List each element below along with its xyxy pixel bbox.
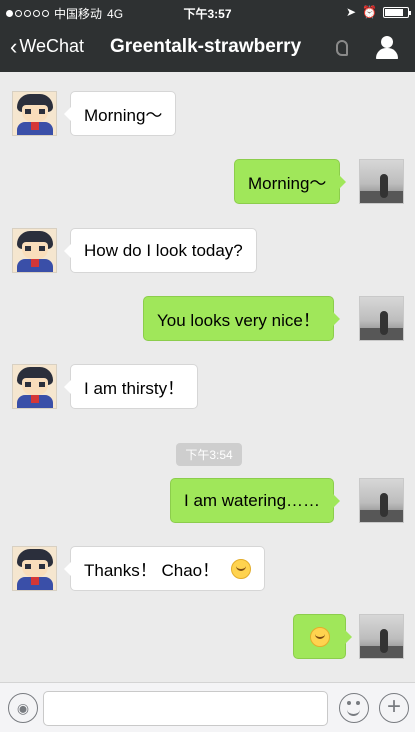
input-bar: ◉ + [0, 682, 415, 732]
ear-icon [336, 40, 348, 56]
my-avatar[interactable] [359, 159, 404, 204]
incoming-message[interactable]: How do I look today? [64, 228, 257, 273]
status-icons: ➤ ⏰ [345, 5, 411, 19]
contact-info-button[interactable] [375, 36, 399, 60]
outgoing-emoji-message[interactable] [293, 614, 352, 659]
emoji-button[interactable] [339, 693, 369, 723]
incoming-message[interactable]: I am thirsty！ [63, 364, 199, 409]
outgoing-message[interactable]: I am watering…… [170, 478, 341, 523]
incoming-message[interactable]: Thanks！ Chao！ [63, 546, 266, 591]
incoming-message[interactable]: Morning～ [63, 91, 177, 136]
my-avatar[interactable] [359, 296, 404, 341]
message-text: Thanks！ Chao！ [84, 561, 220, 580]
chat-title: Greentalk-strawberry [110, 36, 302, 57]
nav-bar: ‹ WeChat Greentalk-strawberry [0, 24, 415, 72]
plus-icon: + [386, 693, 401, 720]
alarm-icon: ⏰ [362, 5, 377, 19]
contact-avatar[interactable] [12, 364, 57, 409]
smile-emoji-icon [231, 558, 252, 579]
status-bar: 中国移动 4G 下午3:57 ➤ ⏰ [0, 0, 415, 24]
back-label: WeChat [19, 36, 85, 56]
person-head-icon [381, 36, 393, 48]
emoji-icon [309, 626, 330, 647]
message-list[interactable]: Morning～ Morning～ How do I look today? Y… [0, 72, 415, 682]
my-avatar[interactable] [359, 478, 404, 523]
contact-avatar[interactable] [12, 546, 57, 591]
back-button[interactable]: ‹ WeChat [10, 33, 85, 59]
voice-button[interactable]: ◉ [8, 693, 38, 723]
back-chevron-icon: ‹ [10, 33, 18, 59]
message-timestamp: 下午3:54 [176, 443, 242, 466]
location-arrow-icon: ➤ [345, 5, 357, 19]
person-body-icon [376, 48, 398, 59]
contact-avatar[interactable] [12, 228, 57, 273]
my-avatar[interactable] [359, 614, 404, 659]
voice-icon: ◉ [16, 699, 30, 716]
outgoing-message[interactable]: Morning～ [234, 159, 347, 204]
contact-avatar[interactable] [12, 91, 57, 136]
more-button[interactable]: + [379, 693, 409, 723]
message-input[interactable] [43, 691, 328, 726]
battery-icon [383, 6, 411, 18]
outgoing-message[interactable]: You looks very nice！ [143, 296, 340, 341]
